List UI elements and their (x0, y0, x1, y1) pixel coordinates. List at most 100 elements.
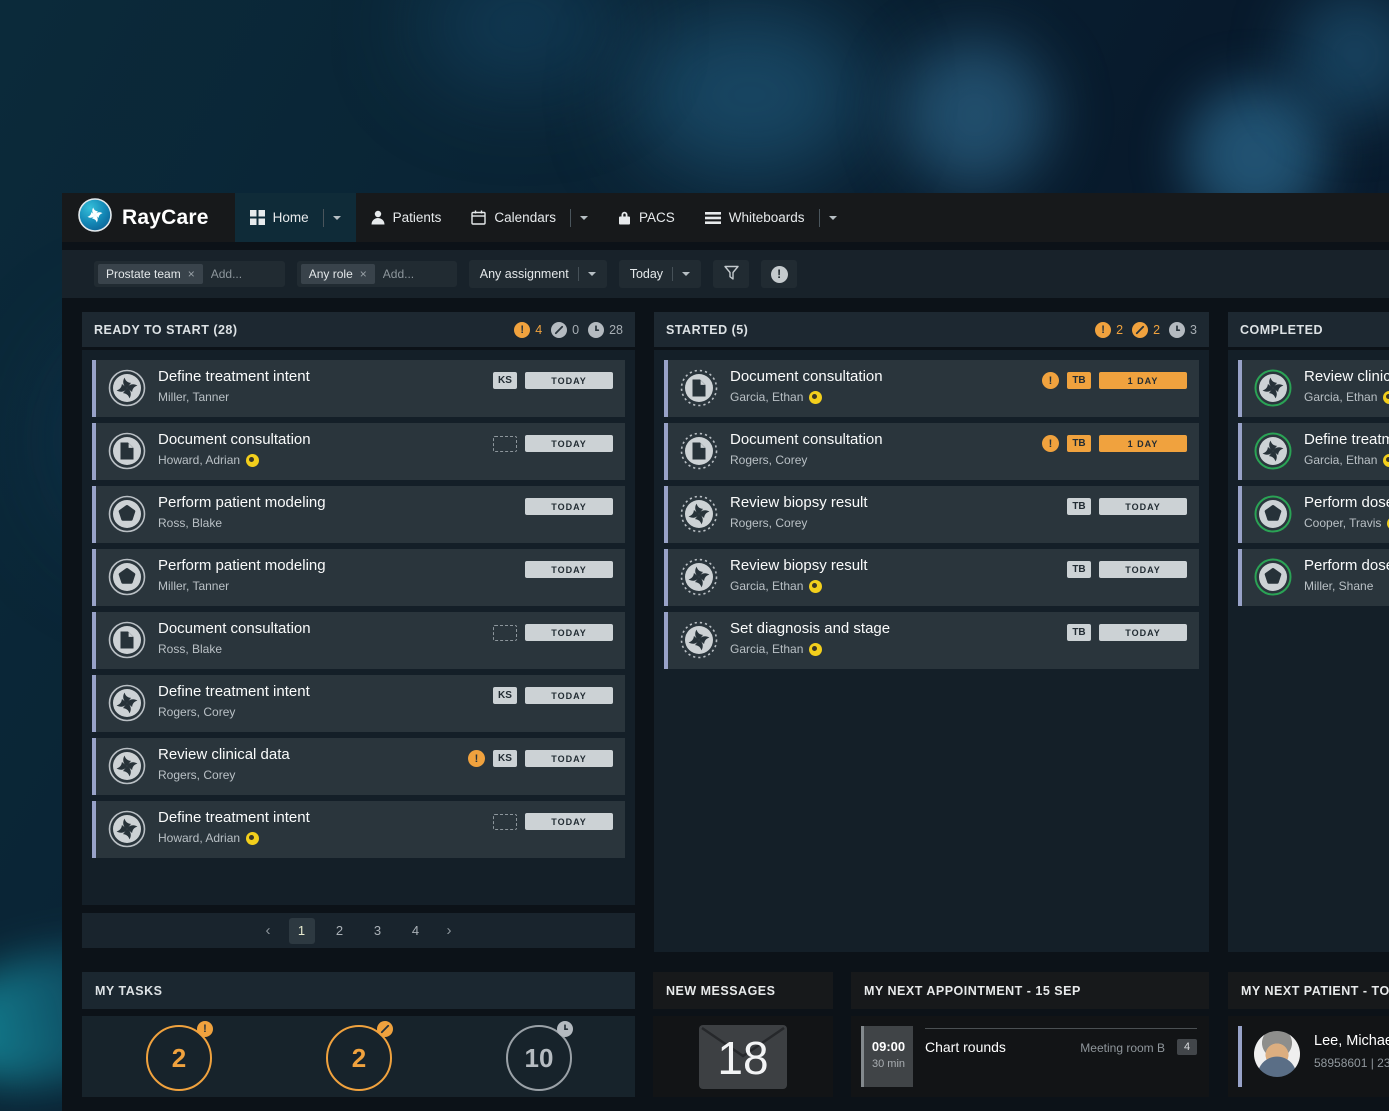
nav-item-calendars[interactable]: Calendars (456, 193, 603, 242)
brand-name: RayCare (122, 206, 209, 230)
task-patient: Ross, Blake (158, 516, 222, 530)
due-date-button[interactable]: TODAY (1099, 624, 1187, 641)
patient-name-text: Rogers, Corey (730, 453, 807, 467)
filter-chip[interactable]: Any role × (301, 264, 375, 284)
my-tasks-title: MY TASKS (82, 972, 635, 1009)
status-count: 0 (551, 322, 579, 338)
appointment-location: Meeting room B (1080, 1041, 1165, 1055)
task-card[interactable]: Define treatment intent Howard, Adrian T… (92, 801, 625, 858)
raycare-brand: RayCare (62, 193, 235, 242)
pagination-page-3[interactable]: 3 (365, 918, 391, 944)
appointment-time-block: 09:00 30 min (861, 1026, 913, 1087)
due-date-button[interactable]: TODAY (525, 435, 613, 452)
task-card[interactable]: Perform dose planning Miller, Shane (1238, 549, 1389, 606)
task-badges: TODAY (493, 813, 613, 830)
document-task-icon (680, 369, 718, 407)
task-badges: TODAY (525, 561, 613, 578)
task-card[interactable]: Perform patient modeling Ross, Blake TOD… (92, 486, 625, 543)
patient-card[interactable]: Lee, Michael 58958601 | 23 Jul (1228, 1016, 1389, 1097)
due-date-button[interactable]: TODAY (525, 687, 613, 704)
task-card[interactable]: Review clinical data Garcia, Ethan (1238, 360, 1389, 417)
due-date-button[interactable]: TODAY (1099, 498, 1187, 515)
new-messages-title: NEW MESSAGES (653, 972, 833, 1009)
due-date-button[interactable]: TODAY (1099, 561, 1187, 578)
chevron-down-icon[interactable] (682, 272, 690, 276)
task-patient: Garcia, Ethan (730, 390, 822, 404)
my-tasks-urgent-circle[interactable]: 2 ! (146, 1025, 212, 1091)
due-date-button[interactable]: TODAY (525, 498, 613, 515)
close-icon[interactable]: × (188, 268, 195, 280)
pagination-prev[interactable]: ‹ (260, 922, 277, 939)
pagination-next[interactable]: › (441, 922, 458, 939)
task-patient: Rogers, Corey (158, 705, 235, 719)
due-date-button[interactable]: TODAY (525, 624, 613, 641)
due-date-button[interactable]: 1 DAY (1099, 435, 1187, 452)
filter-add-input[interactable] (381, 266, 453, 282)
task-patient: Rogers, Corey (730, 453, 807, 467)
nav-item-whiteboards[interactable]: Whiteboards (690, 193, 852, 242)
task-badges: TBTODAY (1067, 624, 1187, 641)
task-patient: Ross, Blake (158, 642, 222, 656)
task-card[interactable]: Document consultation Howard, Adrian TOD… (92, 423, 625, 480)
my-tasks-waiting-circle[interactable]: 10 (506, 1025, 572, 1091)
pagination-page-2[interactable]: 2 (327, 918, 353, 944)
task-patient: Garcia, Ethan (730, 642, 822, 656)
chevron-down-icon[interactable] (580, 216, 588, 220)
envelope-icon[interactable]: 18 (699, 1025, 787, 1089)
chevron-down-icon[interactable] (829, 216, 837, 220)
task-card[interactable]: Set diagnosis and stage Garcia, Ethan TB… (664, 612, 1199, 669)
task-badges: !KSTODAY (468, 750, 613, 767)
status-count-value: 0 (572, 323, 579, 337)
pagination-page-1[interactable]: 1 (289, 918, 315, 944)
task-card[interactable]: Document consultation Garcia, Ethan !TB1… (664, 360, 1199, 417)
pagination-page-4[interactable]: 4 (403, 918, 429, 944)
filter-dropdown-today[interactable]: Today (619, 260, 701, 288)
waiting-icon (588, 322, 604, 338)
appointment-card[interactable]: 09:00 30 min Chart rounds Meeting room B… (851, 1016, 1209, 1097)
filter-funnel-button[interactable] (713, 260, 749, 288)
task-title: Define treatment intent (1304, 431, 1389, 448)
filter-add-input[interactable] (209, 266, 281, 282)
task-card[interactable]: Document consultation Ross, Blake TODAY (92, 612, 625, 669)
nav-item-pacs[interactable]: PACS (603, 193, 690, 242)
due-date-button[interactable]: TODAY (525, 750, 613, 767)
task-card[interactable]: Define treatment intent Miller, Tanner K… (92, 360, 625, 417)
task-card[interactable]: Review biopsy result Rogers, Corey TBTOD… (664, 486, 1199, 543)
nav-item-home[interactable]: Home (235, 193, 356, 242)
task-card[interactable]: Review clinical data Rogers, Corey !KSTO… (92, 738, 625, 795)
in-progress-icon (377, 1021, 393, 1037)
task-card[interactable]: Review biopsy result Garcia, Ethan TBTOD… (664, 549, 1199, 606)
close-icon[interactable]: × (360, 268, 367, 280)
next-appointment-body: 09:00 30 min Chart rounds Meeting room B… (851, 1016, 1209, 1097)
task-card[interactable]: Define treatment intent Rogers, Corey KS… (92, 675, 625, 732)
task-card[interactable]: Perform patient modeling Miller, Tanner … (92, 549, 625, 606)
due-date-button[interactable]: 1 DAY (1099, 372, 1187, 389)
due-date-button[interactable]: TODAY (525, 372, 613, 389)
task-badges: TODAY (493, 435, 613, 452)
task-card[interactable]: Perform dose planning Cooper, Travis (1238, 486, 1389, 543)
swirl-task-icon (108, 684, 146, 722)
blob-task-icon (1254, 495, 1292, 533)
patient-name-text: Rogers, Corey (158, 768, 235, 782)
nav-item-patients[interactable]: Patients (356, 193, 457, 242)
chevron-down-icon[interactable] (588, 272, 596, 276)
task-title: Review biopsy result (730, 494, 868, 511)
in-progress-icon (551, 322, 567, 338)
divider (672, 267, 673, 281)
in-progress-icon (1132, 322, 1148, 338)
status-count: ! 2 (1095, 322, 1123, 338)
my-tasks-panel: MY TASKS 2 ! 2 10 (82, 972, 635, 1097)
due-date-button[interactable]: TODAY (525, 561, 613, 578)
due-date-button[interactable]: TODAY (525, 813, 613, 830)
task-patient: Howard, Adrian (158, 453, 259, 467)
patient-name-text: Howard, Adrian (158, 453, 240, 467)
task-badges: TODAY (525, 498, 613, 515)
task-badges: TODAY (493, 624, 613, 641)
filter-dropdown-any-assignment[interactable]: Any assignment (469, 260, 607, 288)
my-tasks-in-progress-circle[interactable]: 2 (326, 1025, 392, 1091)
task-card[interactable]: Document consultation Rogers, Corey !TB1… (664, 423, 1199, 480)
urgent-alert-button[interactable]: ! (761, 260, 797, 288)
chevron-down-icon[interactable] (333, 216, 341, 220)
filter-chip[interactable]: Prostate team × (98, 264, 203, 284)
task-card[interactable]: Define treatment intent Garcia, Ethan (1238, 423, 1389, 480)
